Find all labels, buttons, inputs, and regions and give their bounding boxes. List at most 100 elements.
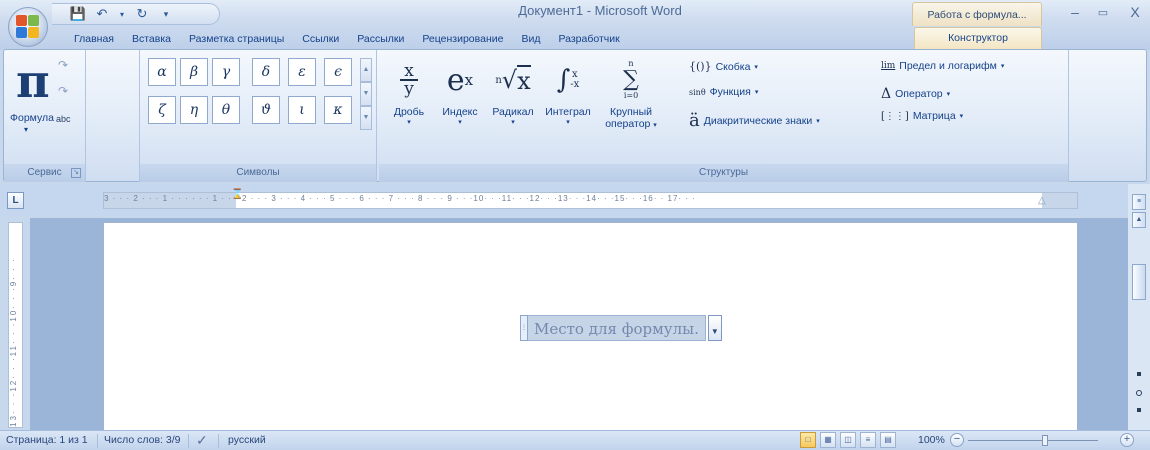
office-logo-icon	[16, 15, 40, 39]
tab-selector-icon[interactable]: L	[7, 192, 24, 209]
minimize-icon[interactable]: –	[1064, 4, 1086, 20]
tab-review[interactable]: Рецензирование	[413, 29, 512, 49]
print-layout-view-icon[interactable]: □	[800, 432, 816, 448]
operator-button[interactable]: Δ Оператор ▾	[881, 86, 950, 102]
office-button[interactable]	[8, 7, 48, 47]
browse-next-icon[interactable]	[1137, 408, 1141, 412]
symbol-eta[interactable]: η	[180, 96, 208, 124]
full-screen-view-icon[interactable]: ▦	[820, 432, 836, 448]
tab-developer[interactable]: Разработчик	[549, 29, 628, 49]
scroll-down-icon[interactable]: ▼	[360, 82, 372, 106]
professional-format-icon[interactable]: ↷	[58, 58, 68, 72]
symbol-varepsilon[interactable]: ϵ	[324, 58, 352, 86]
zoom-out-icon[interactable]: −	[950, 433, 964, 447]
vertical-ruler[interactable]: 13· · ·12· · ·11· · ·10· · ·9· · ·	[8, 222, 23, 428]
zoom-slider-track[interactable]	[968, 440, 1098, 441]
large-operator-label-2: оператор ▾	[605, 118, 657, 130]
function-label: Функция	[709, 86, 751, 98]
close-icon[interactable]: X	[1124, 4, 1146, 20]
vertical-scrollbar[interactable]: ≡ ▲	[1128, 184, 1150, 430]
group-symbols: α β γ δ ε ϵ ζ η θ ϑ ι κ ▲ ▼ ▼ Символы	[139, 50, 377, 182]
function-button[interactable]: sinθ Функция ▾	[689, 86, 758, 98]
browse-object-icon[interactable]	[1136, 390, 1142, 396]
web-layout-view-icon[interactable]: ◫	[840, 432, 856, 448]
large-operator-icon: n ∑ i=0	[623, 59, 639, 100]
redo-icon[interactable]: ↻	[134, 6, 150, 22]
document-page[interactable]: ⋮ Место для формулы. ▼	[103, 222, 1078, 430]
tab-insert[interactable]: Вставка	[123, 29, 180, 49]
radical-button[interactable]: n √ x Радикал ▾	[487, 54, 539, 126]
script-button[interactable]: ex Индекс ▾	[437, 54, 483, 127]
tab-design[interactable]: Конструктор	[914, 27, 1042, 49]
quick-access-toolbar: 💾 ↶ ▾ ↻ ▾	[52, 3, 220, 25]
fraction-label: Дробь	[393, 106, 425, 118]
status-word-count[interactable]: Число слов: 3/9	[104, 434, 180, 446]
tab-page-layout[interactable]: Разметка страницы	[180, 29, 293, 49]
symbol-gamma[interactable]: γ	[212, 58, 240, 86]
operator-label: Оператор	[895, 88, 943, 100]
symbol-epsilon[interactable]: ε	[288, 58, 316, 86]
equation-options-dropdown-icon[interactable]: ▼	[707, 315, 722, 341]
undo-dropdown-icon[interactable]: ▾	[118, 6, 126, 22]
scroll-up-arrow-icon[interactable]: ▲	[1132, 212, 1146, 228]
maximize-icon[interactable]: ▭	[1092, 6, 1114, 19]
integral-button[interactable]: ∫ x -x Интеграл ▾	[541, 54, 595, 126]
matrix-button[interactable]: [⋮⋮] Матрица ▾	[881, 110, 963, 122]
linear-format-icon[interactable]: ↷	[58, 84, 68, 98]
limit-log-button[interactable]: lim Предел и логарифм ▾	[881, 60, 1004, 72]
dialog-launcher-icon[interactable]: ↘	[71, 168, 81, 178]
left-indent-marker-icon[interactable]: ⌛	[231, 189, 243, 200]
draft-view-icon[interactable]: ▤	[880, 432, 896, 448]
status-language[interactable]: русский	[228, 434, 266, 446]
radical-icon: n √ x	[495, 65, 531, 95]
symbol-zeta[interactable]: ζ	[148, 96, 176, 124]
fraction-button[interactable]: xy Дробь ▾	[385, 54, 433, 127]
horizontal-ruler[interactable]: 3 · · · 2 · · · 1 · · · · · · 1 · · · 2 …	[103, 189, 1078, 209]
tab-references[interactable]: Ссылки	[293, 29, 348, 49]
equation-container[interactable]: ⋮ Место для формулы. ▼	[520, 311, 722, 345]
formula-dropdown-icon[interactable]: ▾	[24, 125, 28, 134]
undo-icon[interactable]: ↶	[94, 6, 110, 22]
title-bar: 💾 ↶ ▾ ↻ ▾ Документ1 - Microsoft Word Раб…	[0, 0, 1150, 50]
spellcheck-icon[interactable]: ✓	[196, 432, 208, 449]
save-icon[interactable]: 💾	[70, 6, 86, 22]
scrollbar-thumb[interactable]	[1132, 264, 1146, 300]
zoom-level[interactable]: 100%	[918, 434, 945, 446]
formula-button[interactable]: Формула	[10, 112, 54, 124]
status-separator	[188, 434, 189, 448]
pi-icon[interactable]: π	[16, 54, 50, 108]
equation-handle-icon[interactable]: ⋮	[520, 315, 528, 341]
symbol-iota[interactable]: ι	[288, 96, 316, 124]
matrix-icon: [⋮⋮]	[881, 110, 909, 122]
tab-mailings[interactable]: Рассылки	[348, 29, 413, 49]
operator-icon: Δ	[881, 86, 892, 102]
gallery-more-icon[interactable]: ▼	[360, 106, 372, 130]
context-group-title: Работа с формула...	[912, 2, 1042, 26]
bracket-button[interactable]: {()} Скобка ▾	[689, 60, 758, 73]
right-indent-marker-icon[interactable]: △	[1038, 195, 1046, 206]
accent-button[interactable]: ä Диакритические знаки ▾	[689, 110, 820, 131]
browse-previous-icon[interactable]	[1137, 372, 1141, 376]
ruler-toggle-icon[interactable]: ≡	[1132, 194, 1146, 210]
symbol-theta[interactable]: θ	[212, 96, 240, 124]
symbol-vartheta[interactable]: ϑ	[252, 96, 280, 124]
tab-home[interactable]: Главная	[65, 29, 123, 49]
symbol-alpha[interactable]: α	[148, 58, 176, 86]
status-page[interactable]: Страница: 1 из 1	[6, 434, 88, 446]
symbol-delta[interactable]: δ	[252, 58, 280, 86]
tab-view[interactable]: Вид	[512, 29, 549, 49]
radical-dropdown-icon: ▾	[511, 119, 515, 126]
normal-text-button[interactable]: abc	[56, 114, 71, 124]
status-separator	[97, 434, 98, 448]
large-operator-button[interactable]: n ∑ i=0 Крупный оператор ▾	[601, 54, 661, 130]
customize-qat-icon[interactable]: ▾	[158, 6, 174, 22]
symbol-kappa[interactable]: κ	[324, 96, 352, 124]
equation-placeholder[interactable]: Место для формулы.	[528, 315, 706, 341]
symbol-beta[interactable]: β	[180, 58, 208, 86]
bracket-label: Скобка	[715, 60, 751, 73]
scroll-up-icon[interactable]: ▲	[360, 58, 372, 82]
zoom-slider-thumb[interactable]	[1042, 435, 1048, 446]
zoom-in-icon[interactable]: +	[1120, 433, 1134, 447]
outline-view-icon[interactable]: ≡	[860, 432, 876, 448]
status-separator	[218, 434, 219, 448]
